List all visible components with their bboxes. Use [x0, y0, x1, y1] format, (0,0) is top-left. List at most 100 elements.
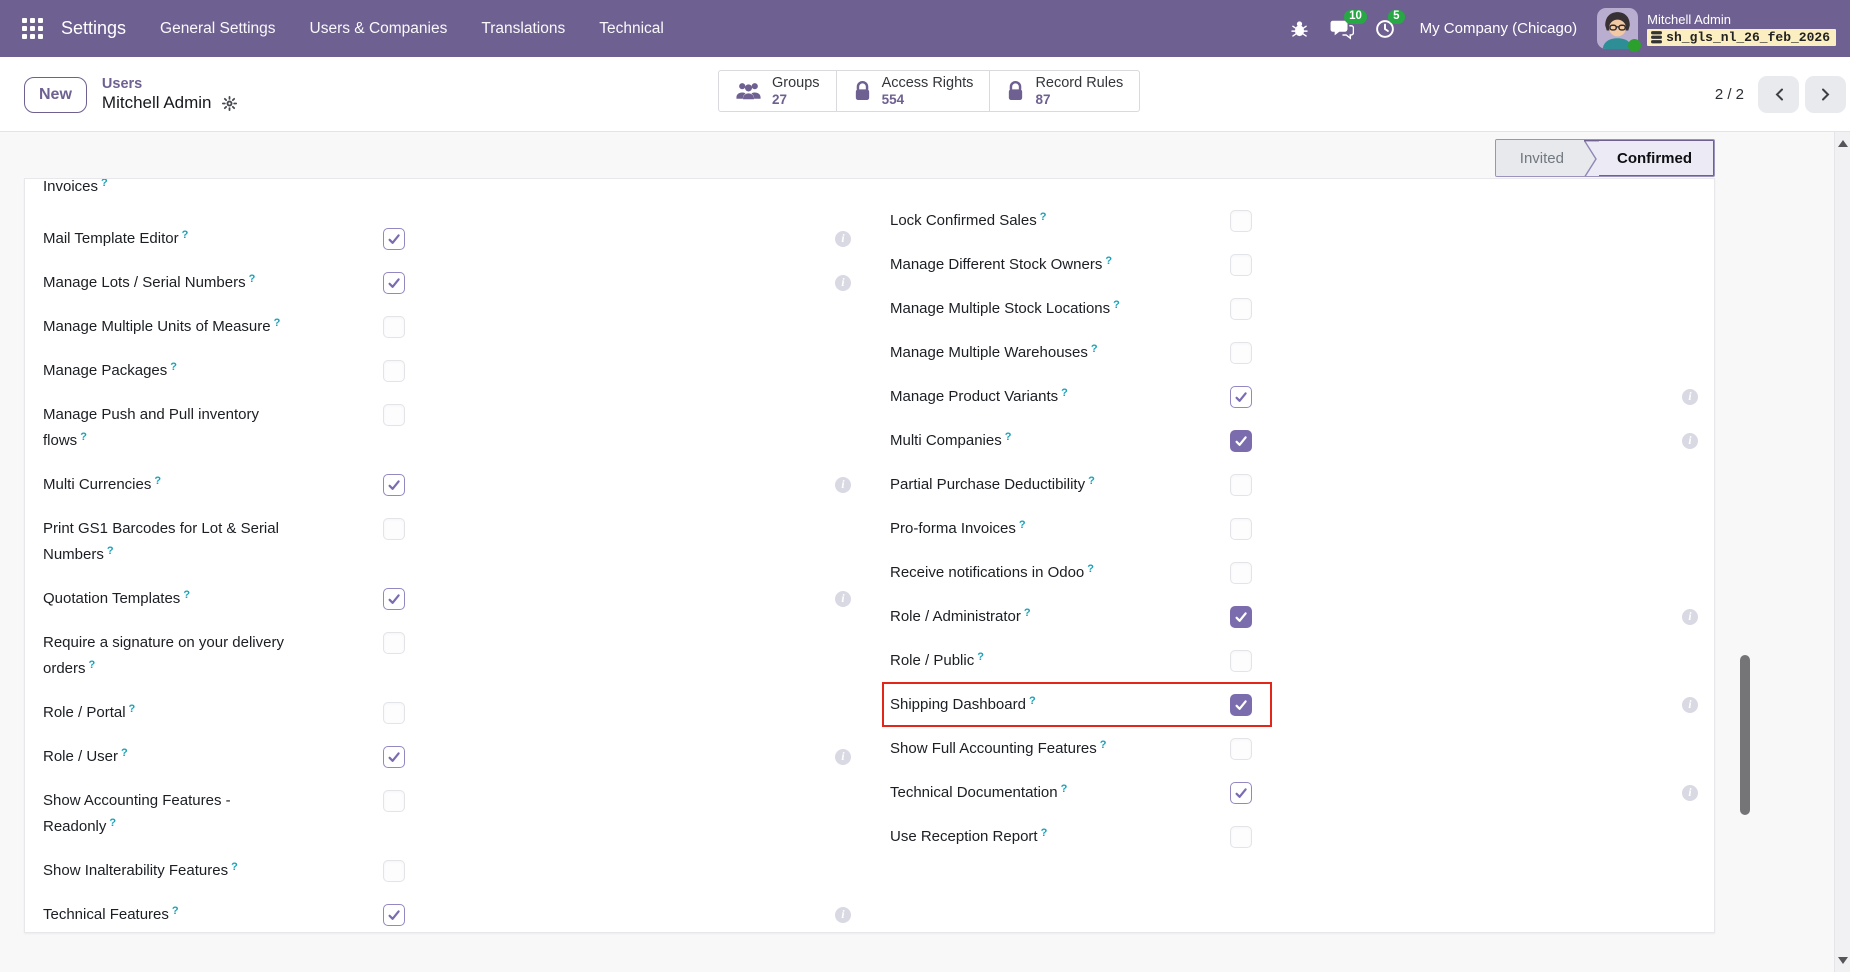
checkbox-role-user[interactable]	[383, 746, 405, 768]
apps-menu-icon[interactable]	[22, 18, 43, 39]
help-question-icon[interactable]: ?	[1105, 255, 1112, 267]
messages-icon[interactable]: 10	[1330, 18, 1354, 40]
window-scrollbar[interactable]	[1834, 132, 1850, 972]
setting-label-text: Technical Documentation	[890, 784, 1058, 801]
access-rights-smart-button[interactable]: Access Rights 554	[837, 71, 991, 111]
checkbox-receive-notifications-in-odoo[interactable]	[1230, 562, 1252, 584]
checkbox-manage-product-variants[interactable]	[1230, 386, 1252, 408]
checkbox-show-accounting-features-readonly[interactable]	[383, 790, 405, 812]
checkbox-technical-features[interactable]	[383, 904, 405, 926]
checkbox-technical-documentation[interactable]	[1230, 782, 1252, 804]
setting-label-text: Technical Features	[43, 906, 169, 923]
help-question-icon[interactable]: ?	[121, 747, 128, 759]
checkbox-lock-confirmed-sales[interactable]	[1230, 210, 1252, 232]
help-question-icon[interactable]: ?	[1061, 783, 1068, 795]
new-button[interactable]: New	[24, 77, 87, 113]
help-question-icon[interactable]: ?	[231, 861, 238, 873]
setting-row-role-administrator: Role / Administrator?i	[890, 596, 1700, 640]
setting-label: Role / User?	[43, 744, 383, 771]
checkbox-print-gs1-barcodes-for-lot-serial-numbers[interactable]	[383, 518, 405, 540]
help-question-icon[interactable]: ?	[274, 317, 281, 329]
help-question-icon[interactable]: ?	[1029, 695, 1036, 707]
help-question-icon[interactable]: ?	[1100, 739, 1107, 751]
help-question-icon[interactable]: ?	[1061, 387, 1068, 399]
help-question-icon[interactable]: ?	[107, 545, 114, 557]
setting-row-quotation-templates: Quotation Templates?i	[43, 578, 853, 622]
setting-label-text: Manage Multiple Stock Locations	[890, 300, 1110, 317]
app-name[interactable]: Settings	[61, 18, 126, 39]
help-question-icon[interactable]: ?	[1087, 563, 1094, 575]
record-rules-smart-button[interactable]: Record Rules 87	[990, 71, 1139, 111]
checkbox-partial-purchase-deductibility[interactable]	[1230, 474, 1252, 496]
help-question-icon[interactable]: ?	[109, 817, 116, 829]
help-question-icon[interactable]: ?	[249, 273, 256, 285]
checkbox-manage-push-and-pull-inventory-flows[interactable]	[383, 404, 405, 426]
info-circle-icon: i	[835, 907, 851, 923]
company-switcher[interactable]: My Company (Chicago)	[1420, 20, 1578, 37]
help-question-icon[interactable]: ?	[1005, 431, 1012, 443]
pager-next-button[interactable]	[1805, 76, 1846, 113]
checkbox-manage-packages[interactable]	[383, 360, 405, 382]
help-question-icon[interactable]: ?	[1019, 519, 1026, 531]
checkbox-manage-different-stock-owners[interactable]	[1230, 254, 1252, 276]
gear-icon[interactable]	[221, 95, 238, 112]
help-question-icon[interactable]: ?	[172, 905, 179, 917]
checkbox-pro-forma-invoices[interactable]	[1230, 518, 1252, 540]
status-invited[interactable]: Invited	[1496, 140, 1584, 176]
checkbox-role-public[interactable]	[1230, 650, 1252, 672]
setting-label: Quotation Templates?	[43, 586, 383, 613]
debug-bug-icon[interactable]	[1289, 18, 1310, 39]
activities-clock-icon[interactable]: 5	[1374, 18, 1396, 40]
checkbox-manage-lots-serial-numbers[interactable]	[383, 272, 405, 294]
setting-label: Multi Currencies?	[43, 472, 383, 499]
help-question-icon[interactable]: ?	[183, 589, 190, 601]
help-question-icon[interactable]: ?	[1024, 607, 1031, 619]
breadcrumb-users-link[interactable]: Users	[102, 76, 238, 92]
setting-label: Invoices?	[43, 178, 383, 201]
checkbox-quotation-templates[interactable]	[383, 588, 405, 610]
help-question-icon[interactable]: ?	[182, 229, 189, 241]
checkbox-show-inalterability-features[interactable]	[383, 860, 405, 882]
help-question-icon[interactable]: ?	[1040, 211, 1047, 223]
status-confirmed[interactable]: Confirmed	[1599, 140, 1714, 176]
help-question-icon[interactable]: ?	[1113, 299, 1120, 311]
checkbox-require-a-signature-on-your-delivery-orders[interactable]	[383, 632, 405, 654]
info-circle-icon: i	[1682, 389, 1698, 405]
statusbar: Invited Confirmed	[1495, 139, 1715, 177]
checkbox-manage-multiple-warehouses[interactable]	[1230, 342, 1252, 364]
help-question-icon[interactable]: ?	[101, 178, 108, 189]
scroll-down-arrow-icon[interactable]	[1838, 957, 1848, 964]
help-question-icon[interactable]: ?	[89, 659, 96, 671]
content-scrollbar-thumb[interactable]	[1740, 655, 1750, 815]
checkbox-shipping-dashboard[interactable]	[1230, 694, 1252, 716]
scroll-up-arrow-icon[interactable]	[1838, 140, 1848, 147]
setting-row-manage-multiple-units-of-measure: Manage Multiple Units of Measure?	[43, 306, 853, 350]
help-question-icon[interactable]: ?	[1088, 475, 1095, 487]
checkbox-multi-currencies[interactable]	[383, 474, 405, 496]
groups-smart-button[interactable]: Groups 27	[719, 71, 837, 111]
menu-translations[interactable]: Translations	[481, 20, 565, 38]
help-question-icon[interactable]: ?	[1091, 343, 1098, 355]
help-question-icon[interactable]: ?	[80, 431, 87, 443]
menu-general-settings[interactable]: General Settings	[160, 20, 275, 38]
checkbox-multi-companies[interactable]	[1230, 430, 1252, 452]
checkbox-role-administrator[interactable]	[1230, 606, 1252, 628]
checkbox-use-reception-report[interactable]	[1230, 826, 1252, 848]
setting-label: Require a signature on your delivery ord…	[43, 630, 383, 683]
help-question-icon[interactable]: ?	[154, 475, 161, 487]
pager-previous-button[interactable]	[1758, 76, 1799, 113]
checkbox-manage-multiple-units-of-measure[interactable]	[383, 316, 405, 338]
checkbox-role-portal[interactable]	[383, 702, 405, 724]
setting-label-text: Show Full Accounting Features	[890, 740, 1097, 757]
help-question-icon[interactable]: ?	[1041, 827, 1048, 839]
checkbox-show-full-accounting-features[interactable]	[1230, 738, 1252, 760]
checkbox-manage-multiple-stock-locations[interactable]	[1230, 298, 1252, 320]
menu-technical[interactable]: Technical	[599, 20, 664, 38]
help-question-icon[interactable]: ?	[977, 651, 984, 663]
help-question-icon[interactable]: ?	[129, 703, 136, 715]
setting-label: Manage Product Variants?	[890, 384, 1230, 411]
menu-users-companies[interactable]: Users & Companies	[310, 20, 448, 38]
help-question-icon[interactable]: ?	[170, 361, 177, 373]
user-menu[interactable]: Mitchell Admin sh_gls_nl_26_feb_2026	[1597, 8, 1836, 49]
checkbox-mail-template-editor[interactable]	[383, 228, 405, 250]
